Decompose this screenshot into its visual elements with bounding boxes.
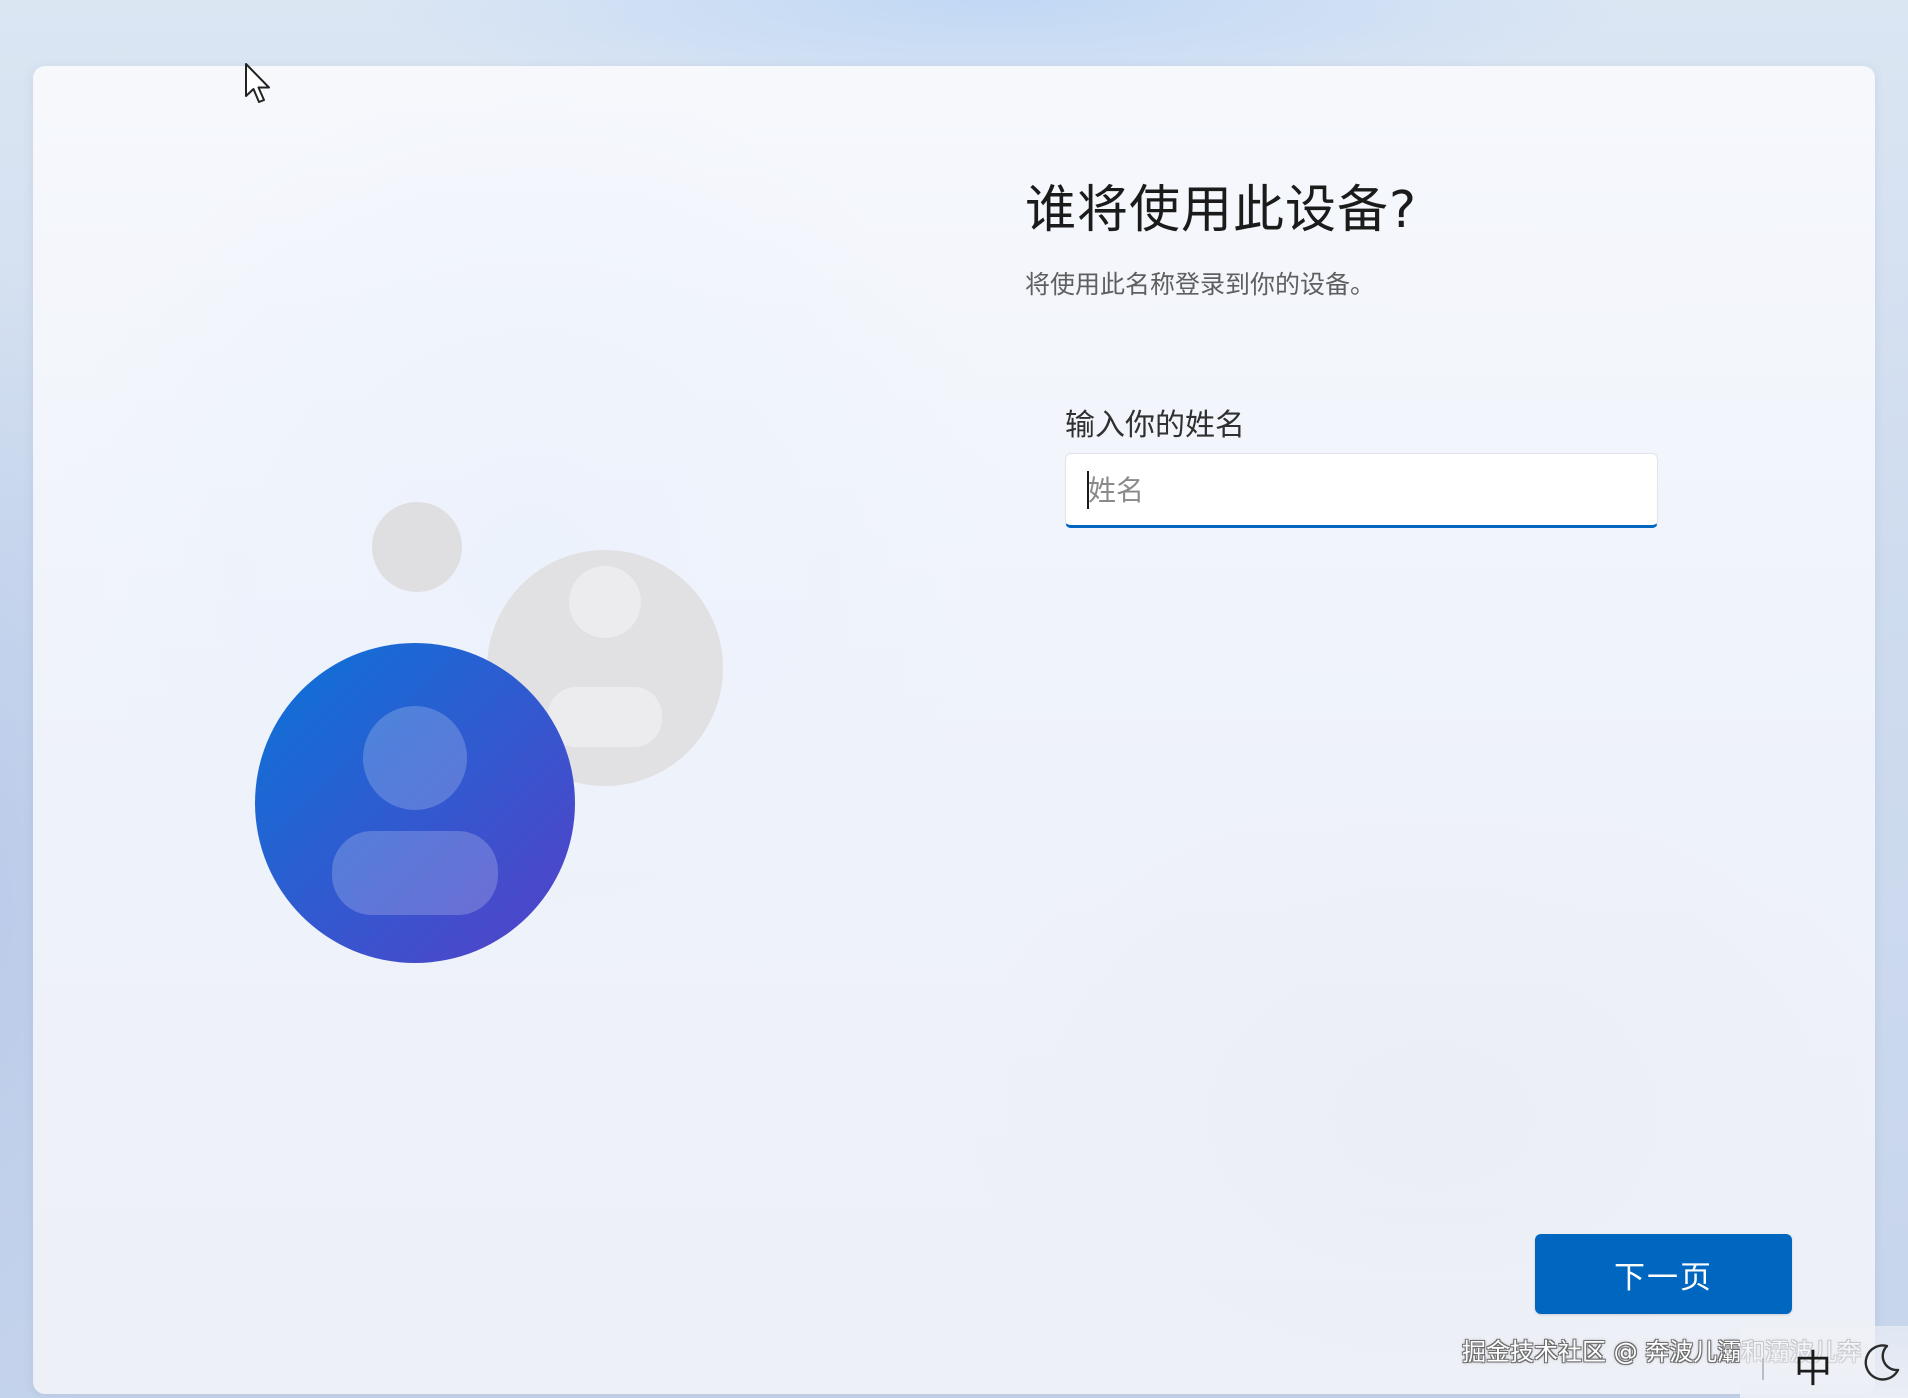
page-title: 谁将使用此设备? xyxy=(1025,181,1418,240)
account-avatars-icon xyxy=(255,502,723,963)
name-input[interactable] xyxy=(1086,454,1640,526)
mouse-pointer-icon xyxy=(245,63,270,103)
next-button[interactable]: 下一页 xyxy=(1535,1234,1792,1314)
tray-divider xyxy=(1762,1358,1764,1380)
small-avatar-dot xyxy=(372,502,462,592)
text-caret xyxy=(1087,471,1089,509)
front-avatar xyxy=(255,643,575,963)
name-field-container[interactable] xyxy=(1065,453,1658,528)
ime-mode-indicator[interactable]: 中 xyxy=(1794,1338,1832,1393)
power-icon[interactable] xyxy=(1860,1340,1904,1384)
name-field-label: 输入你的姓名 xyxy=(1065,408,1245,443)
page-subtitle: 将使用此名称登录到你的设备。 xyxy=(1025,270,1376,299)
